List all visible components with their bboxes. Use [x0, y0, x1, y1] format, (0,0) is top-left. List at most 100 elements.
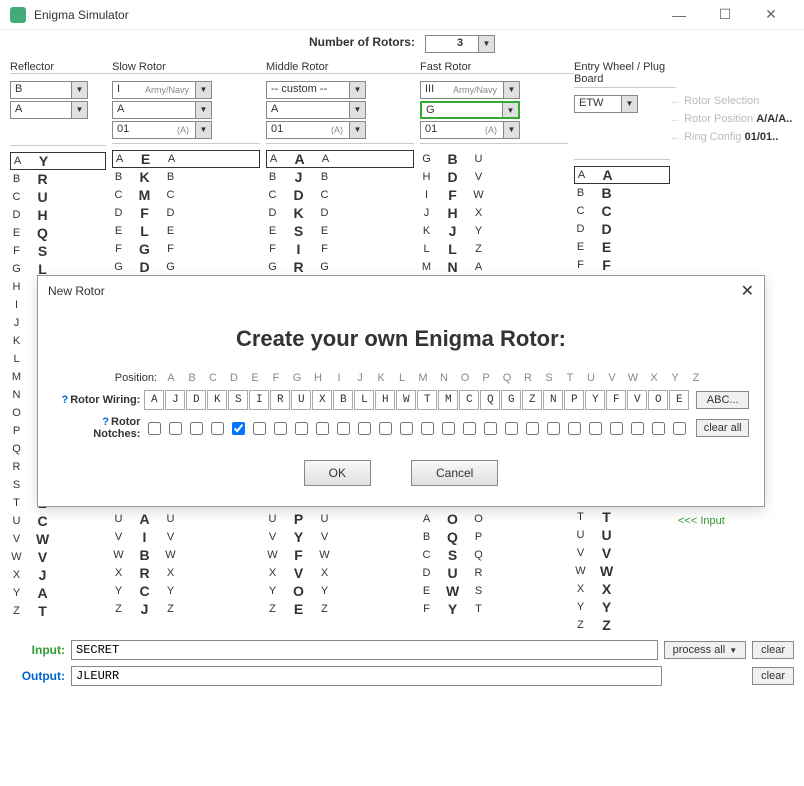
wiring-cell[interactable]: S: [228, 390, 248, 410]
notch-checkbox[interactable]: [207, 421, 227, 435]
notch-checkbox[interactable]: [144, 421, 164, 435]
wiring-row: E Q: [10, 224, 106, 242]
wiring-row: D D: [574, 220, 670, 238]
wiring-cell[interactable]: W: [396, 390, 416, 410]
notch-checkbox[interactable]: [375, 421, 395, 435]
notch-checkbox[interactable]: [291, 421, 311, 435]
wiring-cell[interactable]: J: [165, 390, 185, 410]
wiring-row: F I F: [266, 240, 414, 258]
minimize-button[interactable]: —: [656, 0, 702, 30]
middle-rotor-ring-select[interactable]: 01(A)▼: [266, 121, 366, 139]
notch-checkbox[interactable]: [648, 421, 668, 435]
entry-wheel-select[interactable]: ETW▼: [574, 95, 638, 113]
wiring-cell[interactable]: U: [291, 390, 311, 410]
position-header-cell: V: [602, 372, 622, 384]
notch-checkbox[interactable]: [543, 421, 563, 435]
fast-rotor-ring-select[interactable]: 01(A)▼: [420, 121, 520, 139]
wiring-cell[interactable]: G: [501, 390, 521, 410]
wiring-cell[interactable]: B: [333, 390, 353, 410]
notch-checkbox[interactable]: [522, 421, 542, 435]
wiring-cell[interactable]: Z: [522, 390, 542, 410]
position-header-cell: R: [518, 372, 538, 384]
wiring-cell[interactable]: T: [417, 390, 437, 410]
wiring-cell[interactable]: N: [543, 390, 563, 410]
num-rotors-select[interactable]: 3▼: [425, 35, 495, 53]
output-label: Output:: [10, 669, 65, 683]
position-row-label: Position:: [53, 372, 161, 384]
notch-checkbox[interactable]: [312, 421, 332, 435]
notch-checkbox[interactable]: [270, 421, 290, 435]
notch-checkbox[interactable]: [354, 421, 374, 435]
process-all-button[interactable]: process all▼: [664, 641, 747, 659]
wiring-cell[interactable]: F: [606, 390, 626, 410]
position-header-cell: S: [539, 372, 559, 384]
wiring-cell[interactable]: X: [312, 390, 332, 410]
wiring-row: X X: [574, 580, 670, 598]
clear-all-button[interactable]: clear all: [696, 419, 749, 437]
notch-checkbox[interactable]: [606, 421, 626, 435]
output-field[interactable]: [71, 666, 662, 686]
notch-checkbox[interactable]: [438, 421, 458, 435]
annot-rotor-selection: ← Rotor Selection: [670, 95, 804, 107]
reflector-type-select[interactable]: B▼: [10, 81, 88, 99]
notch-checkbox[interactable]: [396, 421, 416, 435]
input-field[interactable]: [71, 640, 658, 660]
abc-button[interactable]: ABC...: [696, 391, 749, 409]
wiring-cell[interactable]: I: [249, 390, 269, 410]
notch-checkbox[interactable]: [501, 421, 521, 435]
wiring-cell[interactable]: Q: [480, 390, 500, 410]
notch-checkbox[interactable]: [249, 421, 269, 435]
clear-input-button[interactable]: clear: [752, 641, 794, 659]
wiring-cell[interactable]: H: [375, 390, 395, 410]
wiring-cell[interactable]: K: [207, 390, 227, 410]
fast-rotor-type-select[interactable]: IIIArmy/Navy▼: [420, 81, 520, 99]
slow-rotor-type-select[interactable]: IArmy/Navy▼: [112, 81, 212, 99]
wiring-cell[interactable]: M: [438, 390, 458, 410]
wiring-row: Z E Z: [266, 600, 414, 618]
notch-checkbox[interactable]: [480, 421, 500, 435]
notch-checkbox[interactable]: [165, 421, 185, 435]
notch-checkbox[interactable]: [417, 421, 437, 435]
position-header-cell: N: [434, 372, 454, 384]
wiring-cell[interactable]: A: [144, 390, 164, 410]
slow-rotor-ring-select[interactable]: 01(A)▼: [112, 121, 212, 139]
notch-checkbox[interactable]: [228, 421, 248, 435]
wiring-cell[interactable]: E: [669, 390, 689, 410]
notch-checkbox[interactable]: [627, 421, 647, 435]
reflector-pos-select[interactable]: A▼: [10, 101, 88, 119]
app-icon: [10, 7, 26, 23]
wiring-cell[interactable]: L: [354, 390, 374, 410]
wiring-cell[interactable]: D: [186, 390, 206, 410]
notch-checkbox[interactable]: [585, 421, 605, 435]
position-header-cell: E: [245, 372, 265, 384]
wiring-row: X R X: [112, 564, 260, 582]
wiring-row: D H: [10, 206, 106, 224]
slow-rotor-pos-select[interactable]: A▼: [112, 101, 212, 119]
position-header-cell: Y: [665, 372, 685, 384]
cancel-button[interactable]: Cancel: [411, 460, 498, 486]
close-button[interactable]: ✕: [748, 0, 794, 30]
notch-checkbox[interactable]: [333, 421, 353, 435]
clear-output-button[interactable]: clear: [752, 667, 794, 685]
wiring-cell[interactable]: P: [564, 390, 584, 410]
wiring-cell[interactable]: O: [648, 390, 668, 410]
middle-rotor-type-select[interactable]: -- custom --▼: [266, 81, 366, 99]
dialog-close-button[interactable]: ✕: [741, 281, 754, 301]
position-header-cell: X: [644, 372, 664, 384]
wiring-cell[interactable]: C: [459, 390, 479, 410]
ok-button[interactable]: OK: [304, 460, 371, 486]
fast-rotor-pos-select[interactable]: G▼: [420, 101, 520, 119]
notch-checkbox[interactable]: [459, 421, 479, 435]
notch-checkbox[interactable]: [669, 421, 689, 435]
position-header-cell: B: [182, 372, 202, 384]
wiring-row: B Q P: [420, 528, 568, 546]
wiring-cell[interactable]: R: [270, 390, 290, 410]
middle-rotor-pos-select[interactable]: A▼: [266, 101, 366, 119]
notch-checkbox[interactable]: [186, 421, 206, 435]
wiring-cell[interactable]: V: [627, 390, 647, 410]
wiring-cell[interactable]: Y: [585, 390, 605, 410]
notch-checkbox[interactable]: [564, 421, 584, 435]
wiring-row: M N A: [420, 258, 568, 276]
wiring-row: G B U: [420, 150, 568, 168]
maximize-button[interactable]: ☐: [702, 0, 748, 30]
